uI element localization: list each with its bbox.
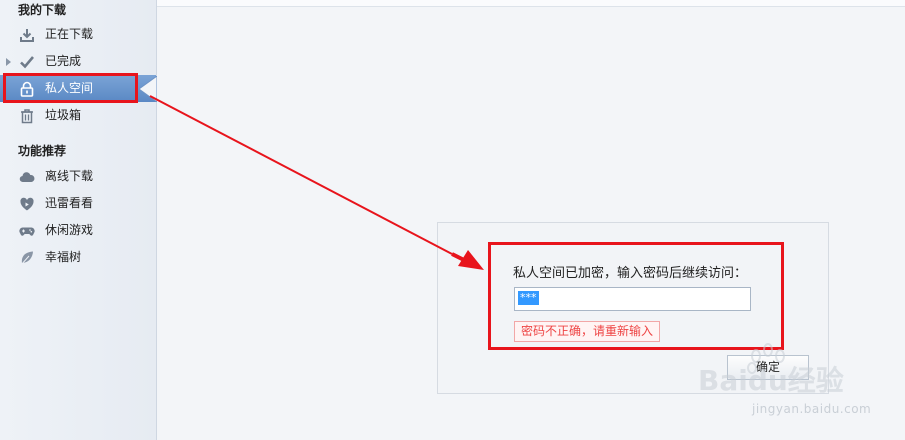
sidebar: 我的下载 正在下载 已完成 私人空间 垃圾箱 功能推荐 离线下载 迅雷看看 休闲… [0, 0, 157, 440]
active-item-pointer [139, 76, 157, 102]
section-title-my-downloads: 我的下载 [18, 3, 67, 17]
annotation-highlight-sidebar [3, 73, 138, 103]
sidebar-item-label: 垃圾箱 [45, 108, 82, 122]
sidebar-item-label: 迅雷看看 [45, 196, 94, 210]
sidebar-item-completed[interactable]: 已完成 [0, 48, 156, 75]
sidebar-item-label: 正在下载 [45, 27, 94, 41]
sidebar-item-label: 已完成 [45, 54, 82, 68]
sidebar-item-label: 幸福树 [45, 250, 82, 264]
sidebar-item-downloading[interactable]: 正在下载 [0, 21, 156, 48]
sidebar-item-label: 休闲游戏 [45, 223, 94, 237]
confirm-button[interactable]: 确定 [727, 355, 809, 380]
sidebar-item-trash[interactable]: 垃圾箱 [0, 102, 156, 129]
section-title-features: 功能推荐 [18, 144, 67, 158]
sidebar-item-xunlei-kankan[interactable]: 迅雷看看 [0, 190, 156, 217]
sidebar-item-offline-download[interactable]: 离线下载 [0, 163, 156, 190]
sidebar-item-happiness-tree[interactable]: 幸福树 [0, 244, 156, 271]
check-icon [20, 56, 34, 69]
cloud-icon [19, 172, 35, 183]
sidebar-item-casual-games[interactable]: 休闲游戏 [0, 217, 156, 244]
heart-play-icon [20, 197, 34, 211]
watermark-url: jingyan.baidu.com [752, 402, 872, 416]
content-header-strip [157, 0, 905, 7]
leaf-icon [20, 251, 33, 266]
annotation-highlight-dialog [488, 242, 784, 350]
trash-icon [21, 109, 33, 124]
gamepad-icon [19, 227, 35, 236]
expand-arrow-icon[interactable] [6, 58, 11, 66]
download-icon [20, 29, 34, 42]
sidebar-item-label: 离线下载 [45, 169, 94, 183]
